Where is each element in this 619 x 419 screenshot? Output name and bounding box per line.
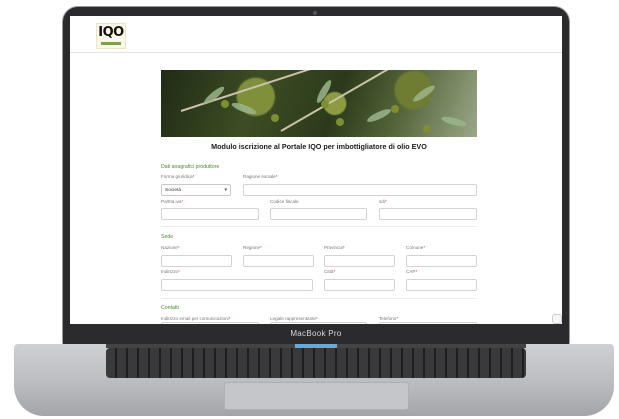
citta-input[interactable] — [324, 279, 395, 291]
logo-underline — [101, 42, 121, 45]
scroll-to-top-button[interactable] — [552, 314, 562, 324]
laptop-base — [14, 344, 614, 416]
browser-screen: IQO Modulo iscrizione al Portale IQO per… — [70, 16, 562, 324]
section-sede: Sede — [161, 234, 174, 240]
laptop-chin: MacBook Pro — [63, 325, 569, 345]
label-comune: Comune* — [406, 245, 426, 250]
camera-icon — [313, 11, 317, 15]
nazione-input[interactable] — [161, 255, 232, 267]
label-legale: Legale rappresentante* — [270, 316, 318, 321]
bezel-label: MacBook Pro — [290, 329, 342, 338]
sdi-input[interactable] — [379, 208, 477, 220]
legale-input[interactable] — [270, 322, 367, 324]
label-email: Indirizzo email per comunicazioni* — [161, 316, 231, 321]
label-regione: Regione* — [243, 245, 262, 250]
telefono-input[interactable] — [379, 322, 477, 324]
form-title: Modulo iscrizione al Portale IQO per imb… — [211, 142, 427, 151]
label-forma-giuridica: Forma giuridica* — [161, 174, 195, 179]
iqo-logo[interactable]: IQO — [96, 23, 126, 49]
label-telefono: Telefono* — [379, 316, 399, 321]
indirizzo-input[interactable] — [161, 279, 313, 291]
email-input[interactable] — [161, 322, 259, 324]
section-contatti: Contatti — [161, 305, 179, 311]
forma-giuridica-value: Società — [165, 188, 181, 193]
section-anagrafici: Dati anagrafici produttore — [161, 164, 220, 170]
logo-text: IQO — [98, 25, 124, 40]
label-provincia: Provincia* — [324, 245, 345, 250]
label-indirizzo: Indirizzo* — [161, 269, 180, 274]
cap-input[interactable] — [406, 279, 477, 291]
label-nazione: Nazione* — [161, 245, 180, 250]
laptop-mockup: IQO Modulo iscrizione al Portale IQO per… — [0, 0, 619, 419]
provincia-input[interactable] — [324, 255, 395, 267]
olive-banner-image — [161, 70, 477, 137]
section-divider — [161, 298, 477, 299]
label-sdi: sdi* — [379, 199, 387, 204]
label-codice-fiscale: Codice fiscale — [270, 199, 299, 204]
label-partita-iva: Partita iva* — [161, 199, 184, 204]
site-header: IQO — [70, 16, 562, 53]
regione-input[interactable] — [243, 255, 314, 267]
section-divider — [161, 226, 477, 227]
keyboard — [106, 348, 526, 378]
label-citta: Città* — [324, 269, 336, 274]
comune-input[interactable] — [406, 255, 477, 267]
partita-iva-input[interactable] — [161, 208, 259, 220]
trackpad — [224, 382, 409, 410]
label-ragione-sociale: Ragione sociale* — [243, 174, 278, 179]
chevron-down-icon: ▾ — [224, 187, 227, 193]
codice-fiscale-input[interactable] — [270, 208, 367, 220]
label-cap: CAP* — [406, 269, 418, 274]
ragione-sociale-input[interactable] — [243, 184, 477, 196]
forma-giuridica-select[interactable]: Società ▾ — [161, 184, 231, 196]
